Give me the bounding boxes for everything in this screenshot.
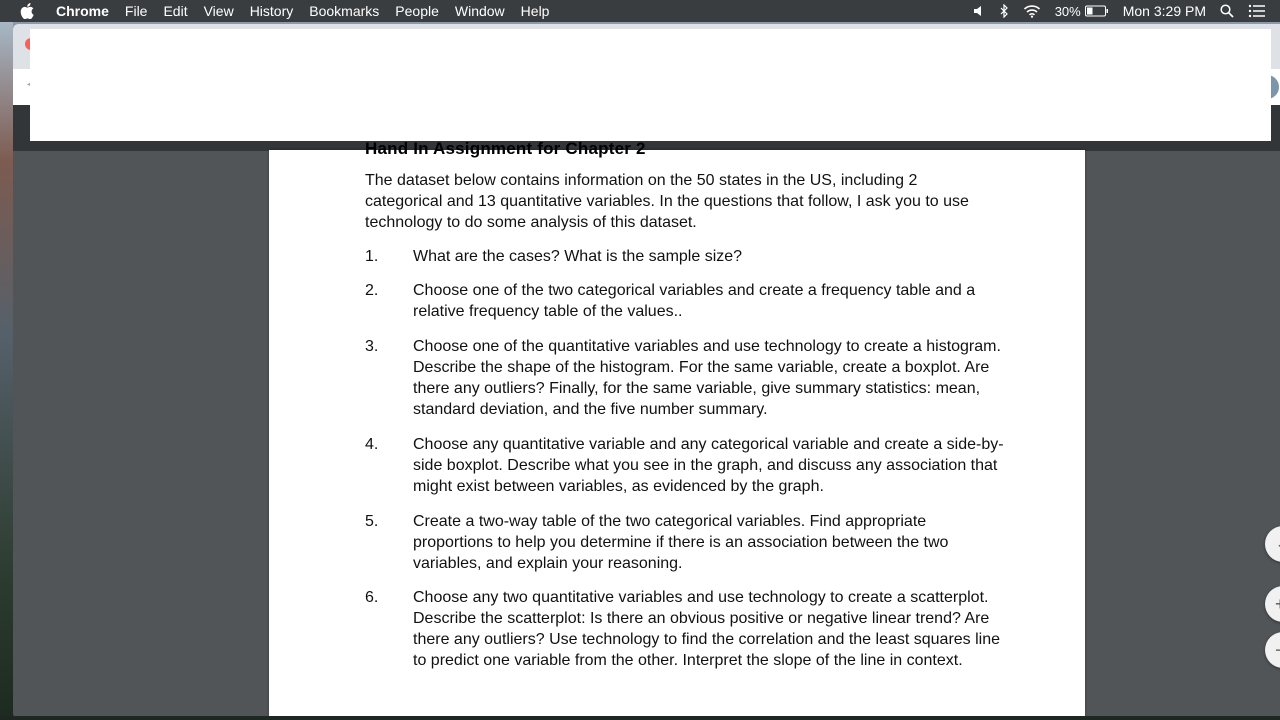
question-text: What are the cases? What is the sample s… xyxy=(413,248,743,265)
question-item: 2. Choose one of the two categorical var… xyxy=(365,280,1005,322)
menu-file[interactable]: File xyxy=(117,3,156,19)
question-number: 4. xyxy=(365,436,379,453)
question-item: 5. Create a two-way table of the two cat… xyxy=(365,511,1005,574)
wifi-icon[interactable] xyxy=(1023,4,1041,18)
battery-percent: 30% xyxy=(1054,3,1081,19)
menu-view[interactable]: View xyxy=(196,3,242,19)
menu-bar: Chrome File Edit View History Bookmarks … xyxy=(0,0,1280,22)
bluetooth-icon[interactable] xyxy=(999,4,1009,18)
question-text: Choose any two quantitative variables an… xyxy=(413,589,1001,669)
notification-center-icon[interactable] xyxy=(1248,4,1266,18)
question-text: Create a two-way table of the two catego… xyxy=(413,513,949,572)
menu-edit[interactable]: Edit xyxy=(155,3,195,19)
question-number: 1. xyxy=(365,248,379,265)
apple-icon[interactable] xyxy=(20,3,38,19)
speaker-icon[interactable] xyxy=(973,5,985,17)
question-item: 1. What are the cases? What is the sampl… xyxy=(365,246,1005,267)
question-number: 6. xyxy=(365,589,379,606)
menu-help[interactable]: Help xyxy=(513,3,558,19)
question-text: Choose one of the two categorical variab… xyxy=(413,282,976,320)
question-text: Choose any quantitative variable and any… xyxy=(413,436,1004,495)
battery-icon[interactable] xyxy=(1084,5,1109,17)
question-item: 4. Choose any quantitative variable and … xyxy=(365,434,1005,497)
desktop-wallpaper xyxy=(0,22,13,720)
menu-window[interactable]: Window xyxy=(447,3,513,19)
menu-people[interactable]: People xyxy=(387,3,447,19)
question-number: 5. xyxy=(365,513,379,530)
question-item: 6. Choose any two quantitative variables… xyxy=(365,587,1005,671)
clock[interactable]: Mon 3:29 PM xyxy=(1123,3,1206,19)
question-item: 3. Choose one of the quantitative variab… xyxy=(365,336,1005,420)
spotlight-search-icon[interactable] xyxy=(1220,4,1234,18)
menu-history[interactable]: History xyxy=(242,3,302,19)
blank-overlay xyxy=(30,29,1271,141)
pdf-page: Hand In Assignment for Chapter 2 The dat… xyxy=(269,139,1085,716)
desktop-wallpaper-bottom xyxy=(0,716,1280,720)
intro-paragraph: The dataset below contains information o… xyxy=(365,172,969,231)
menu-bookmarks[interactable]: Bookmarks xyxy=(301,3,387,19)
question-number: 3. xyxy=(365,338,379,355)
menu-app-chrome[interactable]: Chrome xyxy=(50,3,117,19)
question-number: 2. xyxy=(365,282,379,299)
question-text: Choose one of the quantitative variables… xyxy=(413,338,1001,418)
document-title: Hand In Assignment for Chapter 2 xyxy=(365,139,646,158)
